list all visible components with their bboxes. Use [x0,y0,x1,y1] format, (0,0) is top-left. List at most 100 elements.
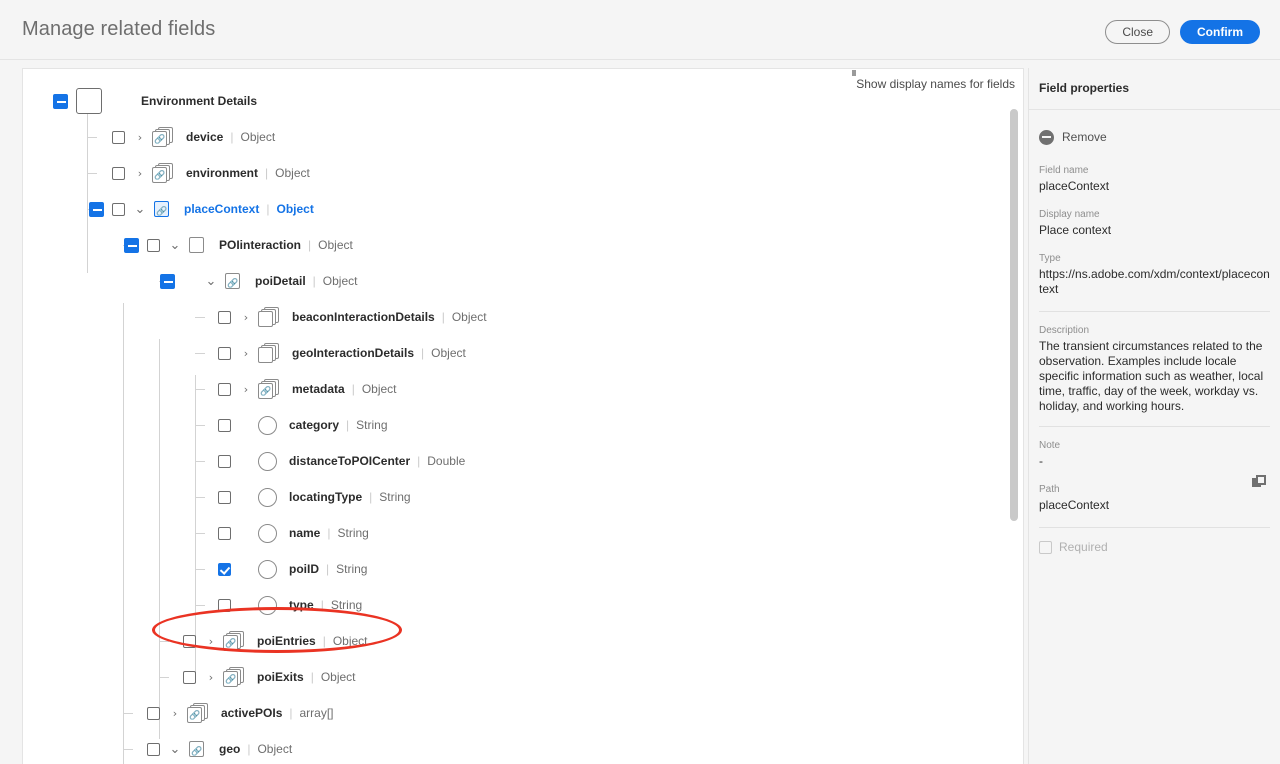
tree-row[interactable]: › geoInteractionDetails | Object [23,335,1023,371]
field-type: Object [275,166,310,180]
name-type-separator: | [230,130,234,144]
field-properties-body: Remove Field name placeContext Display n… [1029,110,1280,554]
link-glyph-icon: 🔗 [154,170,166,180]
field-type: Object [332,634,368,648]
row-checkbox[interactable] [147,706,160,720]
confirm-button[interactable]: Confirm [1180,20,1260,44]
relationship-field-icon: 🔗 [258,379,280,399]
tree-row[interactable]: › 🔗 metadata | Object [23,371,1023,407]
tree-row[interactable]: type | String [23,587,1023,623]
collapse-toggle-icon[interactable] [53,93,68,109]
field-name: metadata [292,382,345,396]
tree-row[interactable]: name | String [23,515,1023,551]
remove-circle-icon [1039,129,1054,145]
tree-row[interactable]: poiID | String [23,551,1023,587]
tree-row[interactable]: ⌄ 🔗 placeContext | Object [23,191,1023,227]
relationship-field-icon: 🔗 [152,163,174,183]
object-field-icon [258,307,280,327]
icon-sheet-front [258,347,273,363]
field-name: category [289,418,340,432]
tree-row[interactable]: ⌄ 🔗 poiDetail | Object [23,263,1023,299]
chevron-right-icon[interactable]: › [169,708,181,719]
field-name: Environment Details [141,94,258,108]
field-name: beaconInteractionDetails [292,310,435,324]
chevron-right-icon[interactable]: › [134,132,146,143]
tree-row[interactable]: ⌄ POIinteraction | Object [23,227,1023,263]
chevron-down-icon[interactable]: ⌄ [205,275,217,288]
name-type-separator: | [369,490,373,504]
field-type: String [356,418,388,432]
row-checkbox[interactable] [183,670,196,684]
row-checkbox[interactable] [112,130,125,144]
name-type-separator: | [421,346,425,360]
row-checkbox[interactable] [218,490,231,504]
row-checkbox[interactable] [218,310,231,324]
row-checkbox[interactable] [147,238,160,252]
name-type-separator: | [351,382,355,396]
tree-row[interactable]: › 🔗 activePOIs | array[] [23,695,1023,731]
tree-row[interactable]: › 🔗 environment | Object [23,155,1023,191]
field-name: distanceToPOICenter [289,454,411,468]
tree-row[interactable]: Environment Details [23,83,1023,119]
row-checkbox[interactable] [218,418,231,432]
type-value: https://ns.adobe.com/xdm/context/placeco… [1039,267,1270,296]
chevron-down-icon[interactable]: ⌄ [169,743,181,756]
tree-row-content: › geoInteractionDetails | Object [195,343,466,363]
row-checkbox[interactable] [218,346,231,360]
row-checkbox[interactable] [218,562,231,576]
tree-row[interactable]: › beaconInteractionDetails | Object [23,299,1023,335]
copy-icon[interactable] [1252,475,1266,489]
relationship-field-icon: 🔗 [187,703,209,723]
relationship-field-icon: 🔗 [152,199,172,219]
remove-button[interactable]: Remove [1039,126,1270,148]
name-type-separator: | [265,166,269,180]
row-checkbox[interactable] [218,526,231,540]
row-checkbox[interactable] [218,598,231,612]
name-type-separator: | [289,706,293,720]
tree-vertical-scrollbar[interactable] [1010,109,1018,521]
display-name-value: Place context [1039,223,1112,237]
row-checkbox[interactable] [218,382,231,396]
name-type-separator: | [441,310,445,324]
chevron-down-icon[interactable]: ⌄ [169,239,181,252]
row-checkbox[interactable] [147,742,160,756]
row-checkbox[interactable] [112,166,125,180]
tree-row-content: poiID | String [195,559,367,579]
collapse-toggle-icon[interactable] [89,201,104,217]
field-name: poiDetail [255,274,306,288]
tree-row-content: ⌄ 🔗 geo | Object [124,739,292,759]
row-checkbox[interactable] [76,88,102,114]
chevron-right-icon[interactable]: › [134,168,146,179]
field-name: device [186,130,224,144]
field-name: locatingType [289,490,363,504]
tree-row[interactable]: locatingType | String [23,479,1023,515]
chevron-right-icon[interactable]: › [240,312,252,323]
manage-related-fields-dialog: Manage related fields Close Confirm Show… [0,0,1280,764]
tree-row[interactable]: › 🔗 poiExits | Object [23,659,1023,695]
collapse-toggle-icon[interactable] [124,237,139,253]
chevron-right-icon[interactable]: › [205,636,217,647]
field-type: array[] [299,706,334,720]
scalar-field-icon [258,595,277,615]
field-tree[interactable]: Environment Details › 🔗 device | Object › 🔗 envi… [23,83,1023,764]
field-properties-title: Field properties [1029,68,1280,110]
row-checkbox[interactable] [183,634,196,648]
field-type: Object [320,670,356,684]
name-type-separator: | [320,598,324,612]
tree-row[interactable]: distanceToPOICenter | Double [23,443,1023,479]
collapse-toggle-icon[interactable] [160,273,175,289]
icon-sheet-front [189,237,204,253]
chevron-right-icon[interactable]: › [240,384,252,395]
tree-row[interactable]: category | String [23,407,1023,443]
row-checkbox[interactable] [112,202,125,216]
row-checkbox[interactable] [218,454,231,468]
name-type-separator: | [312,274,316,288]
tree-row[interactable]: › 🔗 device | Object [23,119,1023,155]
toggle-switch-icon [852,70,857,76]
chevron-right-icon[interactable]: › [205,672,217,683]
chevron-right-icon[interactable]: › [240,348,252,359]
chevron-down-icon[interactable]: ⌄ [134,203,146,216]
tree-row[interactable]: › 🔗 poiEntries | Object [23,623,1023,659]
close-button[interactable]: Close [1105,20,1170,44]
tree-row[interactable]: ⌄ 🔗 geo | Object [23,731,1023,764]
